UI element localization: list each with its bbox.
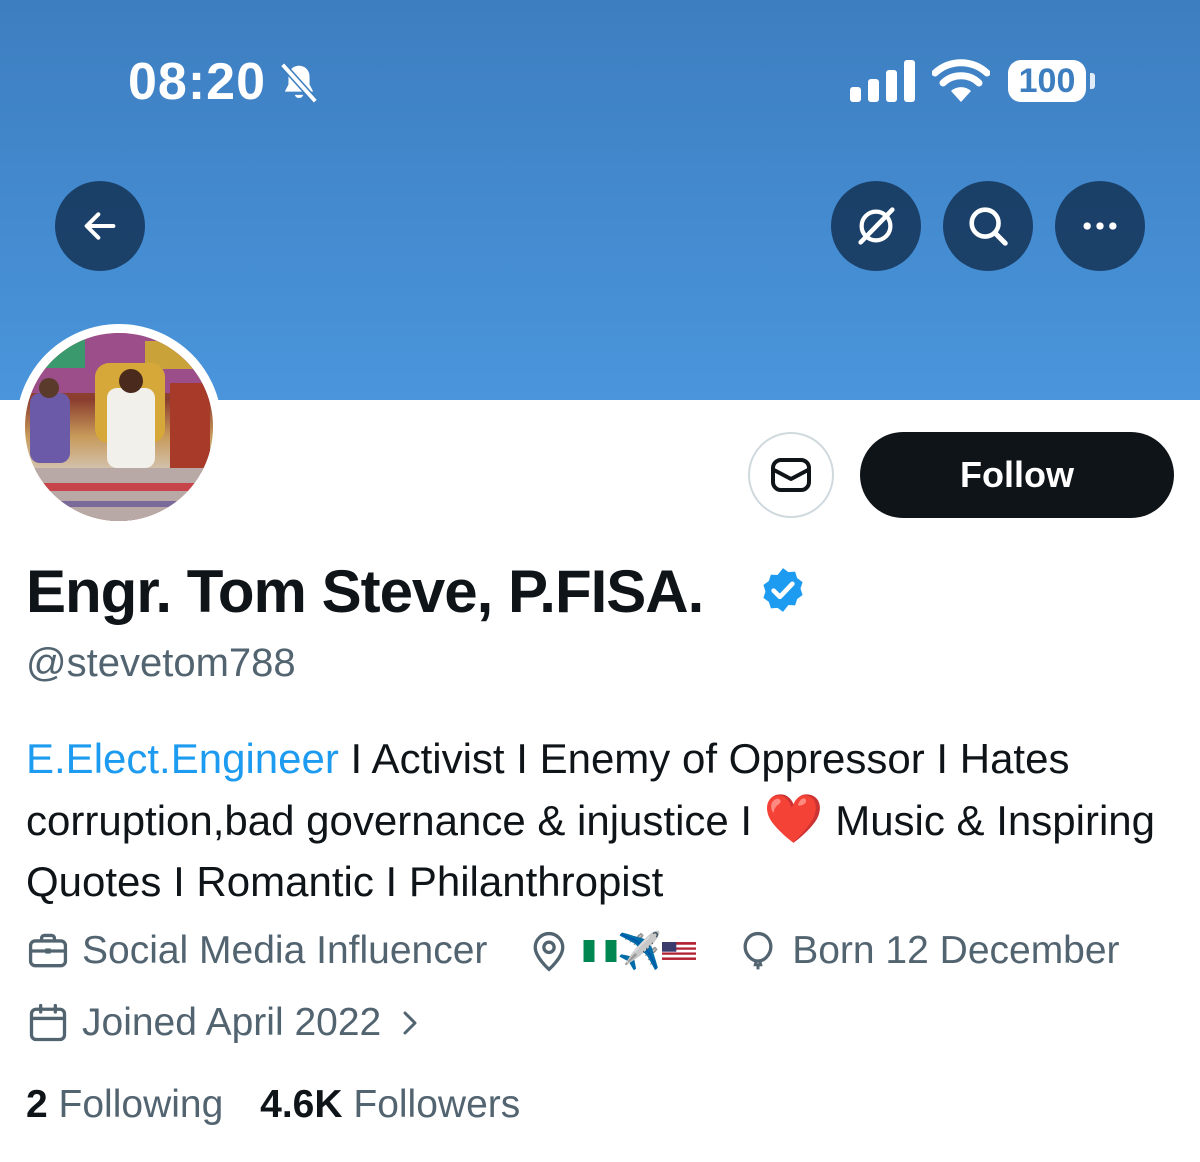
profile-bio: E.Elect.Engineer I Activist I Enemy of O…	[26, 728, 1166, 912]
heart-emoji: ❤️	[763, 793, 824, 846]
grok-icon	[858, 207, 895, 245]
calendar-icon	[29, 1003, 67, 1042]
more-icon	[1083, 222, 1117, 230]
location-pin-icon	[533, 931, 565, 972]
more-button[interactable]	[1055, 181, 1145, 271]
airplane-emoji: ✈️	[617, 930, 663, 971]
followers-link[interactable]: 4.6K Followers	[260, 1083, 520, 1126]
joined-row[interactable]: Joined April 2022	[26, 998, 425, 1048]
followers-count: 4.6K	[260, 1083, 343, 1126]
chevron-right-icon	[403, 1011, 417, 1035]
verified-badge-icon	[763, 568, 803, 612]
following-link[interactable]: 2 Following	[26, 1083, 223, 1126]
envelope-icon	[771, 458, 811, 492]
grok-button[interactable]	[831, 181, 921, 271]
message-button[interactable]	[748, 432, 834, 518]
profile-meta-row: Social Media Influencer ✈️ Born 12 Decem…	[26, 926, 1120, 976]
balloon-icon	[743, 931, 773, 970]
nigeria-flag-icon	[583, 940, 617, 962]
professional-category: Social Media Influencer	[82, 929, 488, 972]
usa-flag-icon	[662, 942, 697, 960]
follow-button[interactable]: Follow	[860, 432, 1174, 518]
follow-stats: 2 Following 4.6K Followers	[26, 1080, 520, 1130]
briefcase-icon	[28, 933, 68, 968]
bell-muted-icon	[280, 62, 318, 104]
following-count: 2	[26, 1083, 48, 1126]
wifi-icon	[932, 59, 990, 102]
display-name: Engr. Tom Steve, P.FISA.	[26, 558, 704, 625]
bio-link[interactable]: E.Elect.Engineer	[26, 735, 339, 782]
followers-label: Followers	[353, 1083, 521, 1126]
status-time: 08:20	[128, 53, 266, 111]
search-icon	[969, 207, 1008, 246]
profile-avatar[interactable]	[16, 324, 222, 530]
user-handle: @stevetom788	[26, 641, 296, 685]
battery-indicator: 100	[1008, 60, 1086, 102]
search-button[interactable]	[943, 181, 1033, 271]
back-arrow-icon	[84, 212, 116, 240]
battery-tip	[1090, 73, 1095, 89]
avatar-photo	[25, 333, 213, 521]
cellular-signal-icon	[850, 60, 915, 102]
avatar-scene-image	[25, 333, 213, 521]
following-label: Following	[58, 1083, 224, 1126]
joined-date: Joined April 2022	[82, 1001, 382, 1044]
birthday-text: Born 12 December	[792, 929, 1120, 972]
back-button[interactable]	[55, 181, 145, 271]
